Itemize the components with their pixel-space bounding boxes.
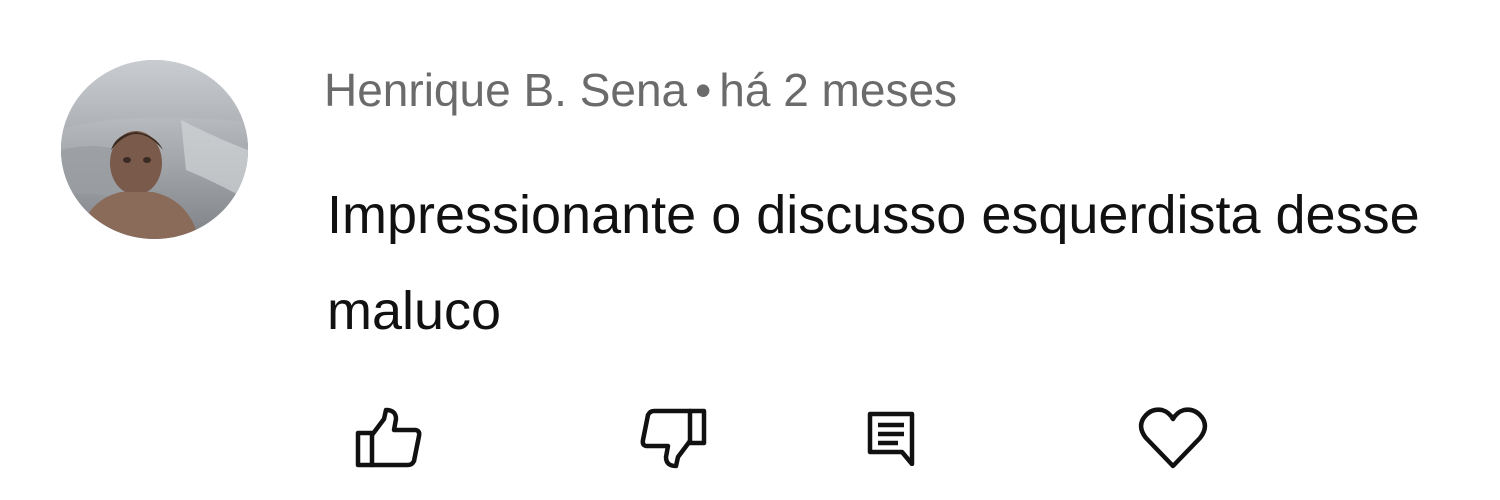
- heart-button[interactable]: [1128, 398, 1218, 478]
- like-button[interactable]: [344, 398, 434, 478]
- time-ago: há 2 meses: [719, 64, 958, 116]
- comment-meta: Henrique B. Sena • há 2 meses: [324, 62, 957, 118]
- reply-button[interactable]: [856, 398, 926, 478]
- meta-separator: •: [695, 64, 712, 116]
- avatar-photo: [61, 60, 248, 239]
- reply-comment-icon: [867, 411, 915, 466]
- dislike-button[interactable]: [628, 398, 718, 478]
- avatar[interactable]: [61, 60, 248, 239]
- thumbs-down-icon: [640, 408, 707, 469]
- thumbs-up-icon: [355, 407, 422, 468]
- author-name[interactable]: Henrique B. Sena: [324, 64, 687, 116]
- comment-text: Impressionante o discusso esquerdista de…: [327, 185, 1420, 341]
- comment-card: Henrique B. Sena • há 2 meses Impressionan…: [0, 0, 1500, 500]
- heart-icon: [1138, 407, 1208, 469]
